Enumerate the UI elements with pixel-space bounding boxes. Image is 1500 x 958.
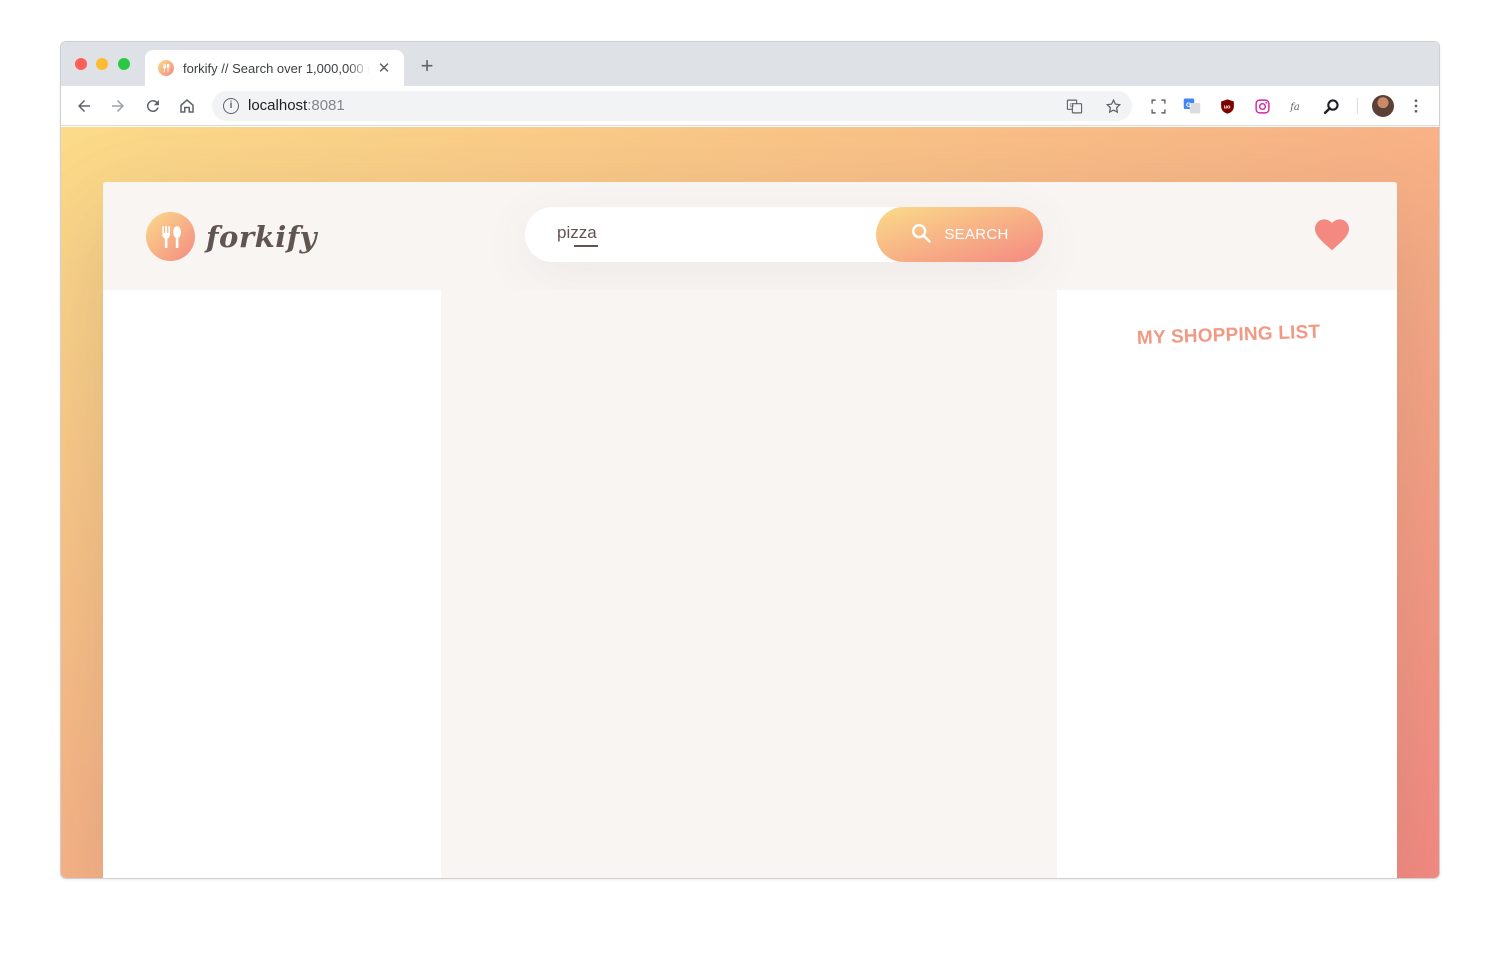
shopping-list-title: My Shopping List (1136, 321, 1321, 349)
google-translate-extension-icon[interactable]: G (1183, 97, 1201, 115)
site-info-icon[interactable]: i (223, 98, 239, 114)
app-container: forkify Search (103, 182, 1397, 878)
bookmark-star-icon[interactable] (1103, 96, 1123, 116)
forkify-logo[interactable]: forkify (146, 212, 317, 261)
search-form: Search (525, 207, 1043, 262)
browser-tab-active[interactable]: forkify // Search over 1,000,000 recipes… (145, 50, 404, 86)
search-input[interactable] (557, 223, 857, 243)
instagram-icon[interactable] (1253, 97, 1271, 115)
logo-wordmark: forkify (206, 219, 318, 254)
forward-arrow-icon[interactable] (107, 95, 129, 117)
reload-icon[interactable] (142, 95, 164, 117)
svg-text:G: G (1069, 103, 1073, 109)
spellcheck-underline (574, 245, 598, 247)
heart-icon (1313, 217, 1351, 256)
maximize-window-button[interactable] (118, 58, 130, 70)
svg-text:fa: fa (1289, 102, 1300, 113)
browser-window: forkify // Search over 1,000,000 recipes… (60, 41, 1440, 879)
tab-title: forkify // Search over 1,000,000 recipes (183, 60, 370, 76)
address-host: localhost (248, 97, 308, 114)
fork-spoon-icon (146, 212, 195, 261)
tab-close-icon[interactable]: ✕ (376, 59, 392, 77)
shopping-list-panel: My Shopping List (1057, 290, 1397, 878)
svg-text:G: G (1186, 102, 1191, 109)
home-icon[interactable] (176, 95, 198, 117)
forkify-favicon-icon (158, 60, 174, 76)
search-results-panel (103, 290, 441, 878)
recipe-panel (441, 290, 1057, 878)
search-icon (910, 222, 932, 248)
tab-strip: forkify // Search over 1,000,000 recipes… (61, 42, 1439, 86)
svg-text:uo: uo (1223, 104, 1230, 110)
screenshot-extension-icon[interactable] (1149, 97, 1167, 115)
ublock-origin-icon[interactable]: uo (1218, 97, 1236, 115)
search-button[interactable]: Search (876, 207, 1043, 262)
translate-icon[interactable]: G (1064, 96, 1084, 116)
magnifier-extension-icon[interactable] (1322, 97, 1340, 115)
search-button-label: Search (944, 226, 1009, 243)
app-header: forkify Search (103, 182, 1397, 290)
likes-menu[interactable] (1311, 216, 1353, 256)
address-url: localhost:8081 (248, 97, 345, 114)
toolbar-separator (1357, 98, 1358, 114)
page-viewport: forkify Search (61, 127, 1439, 878)
font-awesome-extension-icon[interactable]: fa (1288, 97, 1306, 115)
minimize-window-button[interactable] (96, 58, 108, 70)
back-arrow-icon[interactable] (73, 95, 95, 117)
address-bar[interactable]: i localhost:8081 G (212, 91, 1132, 121)
address-port: :8081 (307, 97, 345, 114)
more-menu-icon[interactable] (1405, 95, 1427, 117)
profile-avatar[interactable] (1372, 95, 1394, 117)
browser-toolbar: i localhost:8081 G G uo fa (61, 86, 1439, 126)
close-window-button[interactable] (75, 58, 87, 70)
new-tab-button[interactable]: + (417, 55, 437, 77)
